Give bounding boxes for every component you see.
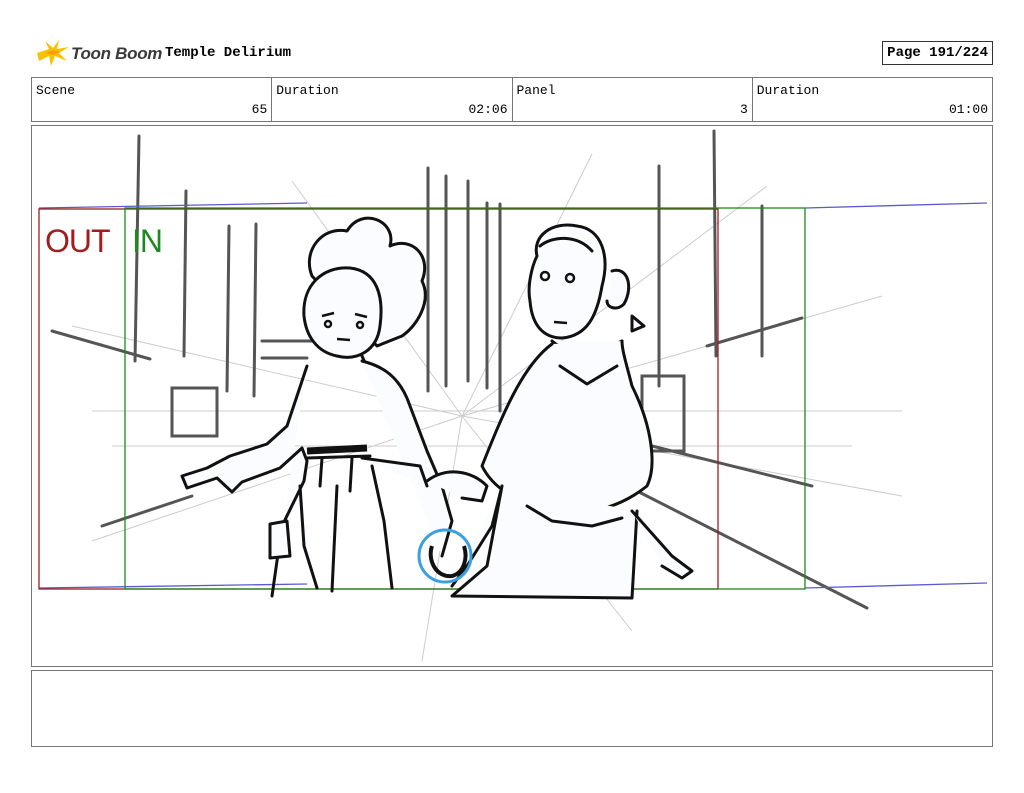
panel-value: 3 [739,102,748,117]
project-title: Temple Delirium [165,45,292,61]
scene-cell: Scene 65 [32,78,273,121]
in-label: IN [132,223,162,259]
panel-cell: Panel 3 [513,78,753,121]
panel-duration-value: 01:00 [948,102,988,117]
toon-boom-logo: Toon Boom [35,39,165,67]
storyboard-panel: OUT IN [31,125,993,667]
panel-info-row: Scene 65 Duration 02:06 Panel 3 Duration… [31,77,993,122]
panel-duration-cell: Duration 01:00 [753,78,992,121]
panel-notes-area [31,670,993,747]
left-character [180,216,454,598]
panel-sketch: OUT IN [38,129,988,662]
hand-fist [428,545,468,579]
scene-duration-cell: Duration 02:06 [272,78,513,121]
out-label: OUT [45,223,110,259]
page-number: Page 191/224 [882,41,993,65]
panel-duration-label: Duration [756,83,820,98]
scene-duration-value: 02:06 [468,102,508,117]
scene-value: 65 [251,102,268,117]
scene-duration-label: Duration [276,83,339,98]
star-burst-icon [37,40,69,66]
in-frame [124,207,806,590]
page-header: Toon Boom Temple Delirium Page 191/224 [31,36,993,70]
scene-label: Scene [36,83,76,98]
panel-label: Panel [516,83,556,98]
brand-name: Toon Boom [71,44,163,63]
